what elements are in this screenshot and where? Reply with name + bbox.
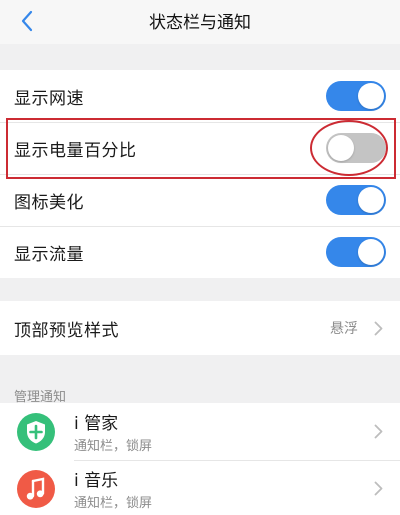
status-bar-settings-page: 状态栏与通知 显示网速 显示电量百分比 图标美化 显示流量 顶部预览样式 悬浮 bbox=[0, 0, 400, 515]
setting-row-battery-percentage: 显示电量百分比 bbox=[0, 122, 400, 174]
toggle-knob bbox=[358, 239, 384, 265]
preview-style-value: 悬浮 bbox=[330, 321, 358, 337]
app-name: i 管家 bbox=[74, 414, 119, 434]
chevron-right-icon bbox=[372, 481, 384, 497]
icon-beautify-toggle[interactable] bbox=[326, 185, 386, 215]
chevron-right-icon bbox=[372, 424, 384, 440]
chevron-right-icon bbox=[372, 320, 384, 336]
preview-style-row[interactable]: 顶部预览样式 悬浮 bbox=[0, 301, 400, 355]
setting-label: 显示网速 bbox=[14, 88, 84, 109]
setting-row-data-usage: 显示流量 bbox=[0, 226, 400, 278]
setting-row-icon-beautify: 图标美化 bbox=[0, 174, 400, 226]
preview-style-group: 顶部预览样式 悬浮 bbox=[0, 301, 400, 355]
app-row-imusic[interactable]: i 音乐 通知栏，锁屏 bbox=[0, 460, 400, 515]
data-usage-toggle[interactable] bbox=[326, 237, 386, 267]
app-row-iguanjia[interactable]: i 管家 通知栏，锁屏 bbox=[0, 403, 400, 460]
setting-label: 图标美化 bbox=[14, 192, 84, 213]
app-subtitle: 通知栏，锁屏 bbox=[74, 496, 153, 511]
toggle-settings-group: 显示网速 显示电量百分比 图标美化 显示流量 bbox=[0, 70, 400, 278]
toggle-knob bbox=[328, 135, 354, 161]
header: 状态栏与通知 bbox=[0, 0, 400, 44]
toggle-knob bbox=[358, 83, 384, 109]
setting-label: 显示电量百分比 bbox=[14, 140, 137, 161]
setting-label: 显示流量 bbox=[14, 244, 84, 265]
network-speed-toggle[interactable] bbox=[326, 81, 386, 111]
toggle-knob bbox=[358, 187, 384, 213]
setting-row-network-speed: 显示网速 bbox=[0, 70, 400, 122]
setting-label: 顶部预览样式 bbox=[14, 320, 119, 341]
music-app-icon bbox=[17, 469, 55, 508]
battery-percentage-toggle[interactable] bbox=[326, 133, 386, 163]
page-title: 状态栏与通知 bbox=[149, 12, 251, 33]
shield-app-icon bbox=[17, 412, 55, 451]
app-name: i 音乐 bbox=[74, 471, 119, 491]
app-notification-list: i 管家 通知栏，锁屏 i 音乐 通知栏，锁屏 bbox=[0, 403, 400, 515]
app-subtitle: 通知栏，锁屏 bbox=[74, 439, 153, 454]
